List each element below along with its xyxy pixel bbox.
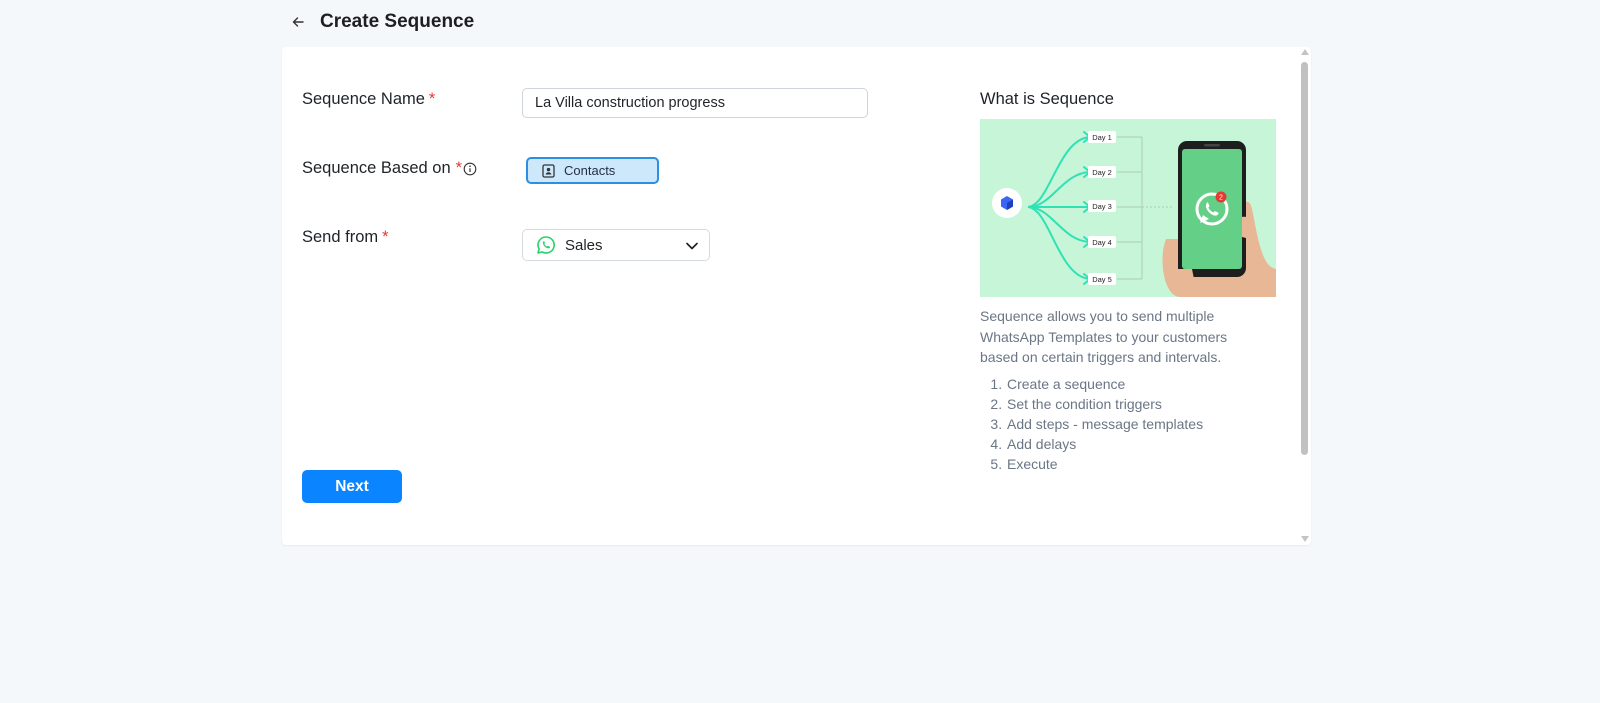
list-item: Add steps - message templates [1006, 414, 1280, 434]
day-label: Day 3 [1092, 202, 1112, 211]
required-mark: * [428, 90, 436, 108]
list-item: Create a sequence [1006, 374, 1280, 394]
notification-badge: 2 [1219, 195, 1223, 202]
info-description: Sequence allows you to send multiple Wha… [980, 308, 1228, 365]
list-item: Set the condition triggers [1006, 394, 1280, 414]
day-label: Day 2 [1092, 168, 1112, 177]
back-button[interactable] [282, 6, 314, 38]
arrow-left-icon [292, 17, 304, 27]
sequence-info-panel: What is Sequence Day 1 Day 2 Day 3 Day 4… [980, 90, 1280, 474]
contacts-option-label: Contacts [564, 163, 616, 178]
sequence-steps-list: Create a sequence Set the condition trig… [980, 374, 1280, 474]
scrollbar-thumb[interactable] [1301, 62, 1308, 455]
contact-book-icon [542, 163, 555, 178]
list-item: Execute [1006, 454, 1280, 474]
send-from-label: Send from * [302, 228, 389, 246]
chevron-down-icon [686, 242, 698, 250]
scroll-down-arrow[interactable] [1301, 536, 1309, 542]
sequence-form-card: Sequence Name* Sequence Based on* Contac… [282, 47, 1311, 545]
day-label: Day 4 [1092, 238, 1112, 247]
day-label: Day 1 [1092, 133, 1112, 142]
contacts-option[interactable]: Contacts [526, 157, 659, 184]
info-circle-icon[interactable] [463, 162, 477, 176]
day-label: Day 5 [1092, 275, 1112, 284]
scroll-up-arrow[interactable] [1301, 49, 1309, 55]
whatsapp-icon [537, 236, 555, 254]
next-button[interactable]: Next [302, 470, 402, 503]
vertical-scrollbar[interactable] [1299, 47, 1311, 545]
info-title: What is Sequence [980, 90, 1114, 108]
sequence-based-on-label: Sequence Based on * [302, 159, 477, 178]
sequence-name-label: Sequence Name * [302, 90, 436, 108]
page-title: Create Sequence [320, 11, 475, 32]
required-mark: * [455, 159, 463, 177]
sequence-illustration: Day 1 Day 2 Day 3 Day 4 Day 5 2 [980, 119, 1276, 297]
required-mark: * [382, 228, 389, 246]
list-item: Add delays [1006, 434, 1280, 454]
send-from-value: Sales [565, 236, 603, 254]
send-from-select[interactable]: Sales [522, 229, 710, 261]
sequence-name-input[interactable] [522, 88, 868, 118]
page-header: Create Sequence [282, 6, 474, 38]
